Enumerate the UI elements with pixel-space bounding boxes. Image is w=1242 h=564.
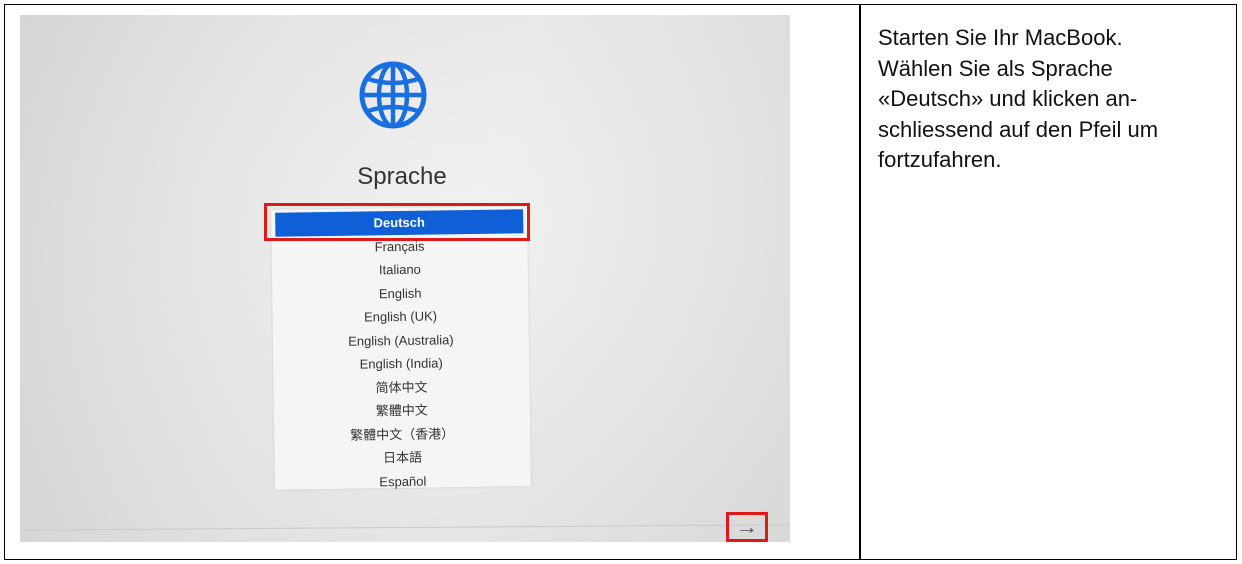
language-item[interactable]: English (India): [273, 350, 529, 377]
instruction-table: Sprache Deutsch Français Italiano English En…: [4, 4, 1237, 560]
language-list[interactable]: Deutsch Français Italiano English English (U…: [271, 206, 531, 490]
next-button[interactable]: →: [726, 512, 768, 542]
arrow-right-icon: →: [736, 514, 758, 539]
language-item[interactable]: Italiano: [272, 256, 528, 283]
language-item[interactable]: 繁體中文（香港）: [274, 421, 530, 448]
language-item[interactable]: 日本語: [274, 444, 530, 471]
language-item[interactable]: English (Australia): [273, 327, 529, 354]
language-item[interactable]: 简体中文: [273, 374, 529, 401]
page-title: Sprache: [357, 163, 447, 190]
setup-screen-photo: Sprache Deutsch Français Italiano English En…: [20, 15, 790, 542]
selection-highlight-box: [264, 203, 530, 241]
language-item[interactable]: 繁體中文: [274, 397, 530, 424]
instruction-text: Starten Sie Ihr MacBook. Wählen Sie als …: [878, 25, 1159, 172]
language-item[interactable]: Español: [275, 468, 531, 495]
cell-divider: [859, 5, 861, 559]
language-item[interactable]: English (UK): [272, 303, 528, 330]
globe-icon: [359, 61, 427, 129]
language-item[interactable]: English: [272, 280, 528, 307]
